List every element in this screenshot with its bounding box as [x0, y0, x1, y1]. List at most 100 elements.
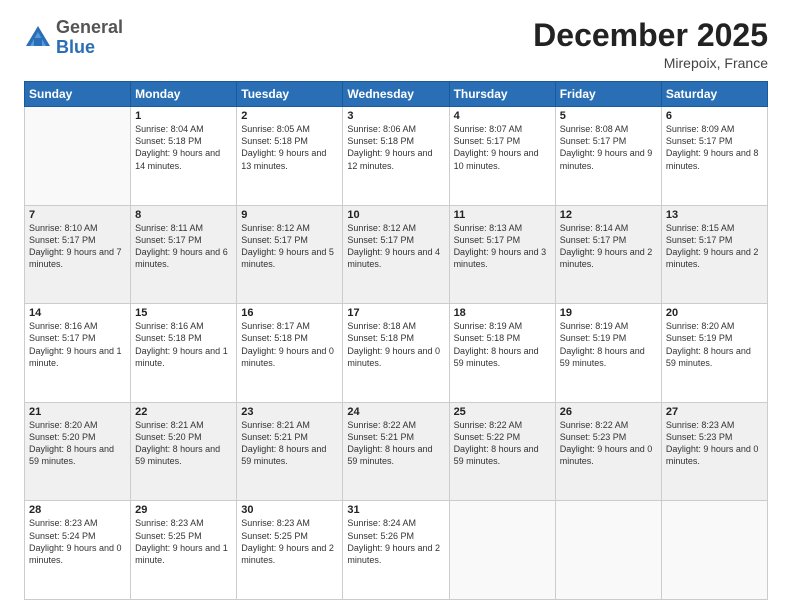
- calendar-cell-w1-d1: 8Sunrise: 8:11 AM Sunset: 5:17 PM Daylig…: [131, 205, 237, 304]
- day-info: Sunrise: 8:23 AM Sunset: 5:24 PM Dayligh…: [29, 517, 126, 566]
- day-number: 18: [454, 307, 551, 319]
- calendar-week-row-0: 1Sunrise: 8:04 AM Sunset: 5:18 PM Daylig…: [25, 107, 768, 206]
- calendar-cell-w4-d6: [661, 501, 767, 600]
- day-number: 23: [241, 406, 338, 418]
- calendar-cell-w0-d5: 5Sunrise: 8:08 AM Sunset: 5:17 PM Daylig…: [555, 107, 661, 206]
- calendar-cell-w1-d4: 11Sunrise: 8:13 AM Sunset: 5:17 PM Dayli…: [449, 205, 555, 304]
- day-number: 26: [560, 406, 657, 418]
- col-sunday: Sunday: [25, 82, 131, 107]
- day-number: 25: [454, 406, 551, 418]
- day-info: Sunrise: 8:11 AM Sunset: 5:17 PM Dayligh…: [135, 222, 232, 271]
- calendar-cell-w2-d0: 14Sunrise: 8:16 AM Sunset: 5:17 PM Dayli…: [25, 304, 131, 403]
- day-number: 30: [241, 504, 338, 516]
- calendar-cell-w1-d2: 9Sunrise: 8:12 AM Sunset: 5:17 PM Daylig…: [237, 205, 343, 304]
- day-number: 21: [29, 406, 126, 418]
- col-wednesday: Wednesday: [343, 82, 449, 107]
- header: General Blue December 2025 Mirepoix, Fra…: [24, 18, 768, 71]
- col-thursday: Thursday: [449, 82, 555, 107]
- calendar-cell-w2-d5: 19Sunrise: 8:19 AM Sunset: 5:19 PM Dayli…: [555, 304, 661, 403]
- day-info: Sunrise: 8:23 AM Sunset: 5:25 PM Dayligh…: [241, 517, 338, 566]
- day-info: Sunrise: 8:15 AM Sunset: 5:17 PM Dayligh…: [666, 222, 763, 271]
- calendar-cell-w3-d1: 22Sunrise: 8:21 AM Sunset: 5:20 PM Dayli…: [131, 402, 237, 501]
- day-info: Sunrise: 8:06 AM Sunset: 5:18 PM Dayligh…: [347, 123, 444, 172]
- day-info: Sunrise: 8:09 AM Sunset: 5:17 PM Dayligh…: [666, 123, 763, 172]
- calendar-week-row-2: 14Sunrise: 8:16 AM Sunset: 5:17 PM Dayli…: [25, 304, 768, 403]
- logo-blue: Blue: [56, 37, 95, 57]
- day-number: 11: [454, 209, 551, 221]
- day-number: 9: [241, 209, 338, 221]
- day-info: Sunrise: 8:23 AM Sunset: 5:25 PM Dayligh…: [135, 517, 232, 566]
- location: Mirepoix, France: [533, 55, 768, 71]
- logo: General Blue: [24, 18, 123, 58]
- logo-text: General Blue: [56, 18, 123, 58]
- day-number: 14: [29, 307, 126, 319]
- day-info: Sunrise: 8:21 AM Sunset: 5:20 PM Dayligh…: [135, 419, 232, 468]
- day-number: 12: [560, 209, 657, 221]
- calendar-cell-w3-d0: 21Sunrise: 8:20 AM Sunset: 5:20 PM Dayli…: [25, 402, 131, 501]
- calendar-cell-w0-d4: 4Sunrise: 8:07 AM Sunset: 5:17 PM Daylig…: [449, 107, 555, 206]
- day-info: Sunrise: 8:04 AM Sunset: 5:18 PM Dayligh…: [135, 123, 232, 172]
- col-saturday: Saturday: [661, 82, 767, 107]
- calendar-cell-w1-d6: 13Sunrise: 8:15 AM Sunset: 5:17 PM Dayli…: [661, 205, 767, 304]
- day-info: Sunrise: 8:22 AM Sunset: 5:21 PM Dayligh…: [347, 419, 444, 468]
- day-info: Sunrise: 8:10 AM Sunset: 5:17 PM Dayligh…: [29, 222, 126, 271]
- calendar-cell-w2-d4: 18Sunrise: 8:19 AM Sunset: 5:18 PM Dayli…: [449, 304, 555, 403]
- day-number: 8: [135, 209, 232, 221]
- calendar-cell-w2-d3: 17Sunrise: 8:18 AM Sunset: 5:18 PM Dayli…: [343, 304, 449, 403]
- day-number: 13: [666, 209, 763, 221]
- day-info: Sunrise: 8:05 AM Sunset: 5:18 PM Dayligh…: [241, 123, 338, 172]
- calendar-cell-w3-d6: 27Sunrise: 8:23 AM Sunset: 5:23 PM Dayli…: [661, 402, 767, 501]
- calendar-week-row-3: 21Sunrise: 8:20 AM Sunset: 5:20 PM Dayli…: [25, 402, 768, 501]
- calendar-cell-w1-d5: 12Sunrise: 8:14 AM Sunset: 5:17 PM Dayli…: [555, 205, 661, 304]
- day-number: 31: [347, 504, 444, 516]
- calendar-body: 1Sunrise: 8:04 AM Sunset: 5:18 PM Daylig…: [25, 107, 768, 600]
- logo-general: General: [56, 17, 123, 37]
- day-number: 17: [347, 307, 444, 319]
- day-number: 5: [560, 110, 657, 122]
- day-info: Sunrise: 8:16 AM Sunset: 5:17 PM Dayligh…: [29, 320, 126, 369]
- day-number: 2: [241, 110, 338, 122]
- logo-icon: [24, 24, 52, 52]
- calendar-cell-w1-d3: 10Sunrise: 8:12 AM Sunset: 5:17 PM Dayli…: [343, 205, 449, 304]
- day-number: 1: [135, 110, 232, 122]
- day-number: 24: [347, 406, 444, 418]
- day-info: Sunrise: 8:07 AM Sunset: 5:17 PM Dayligh…: [454, 123, 551, 172]
- day-info: Sunrise: 8:18 AM Sunset: 5:18 PM Dayligh…: [347, 320, 444, 369]
- day-number: 10: [347, 209, 444, 221]
- day-number: 6: [666, 110, 763, 122]
- calendar-cell-w1-d0: 7Sunrise: 8:10 AM Sunset: 5:17 PM Daylig…: [25, 205, 131, 304]
- title-block: December 2025 Mirepoix, France: [533, 18, 768, 71]
- calendar-week-row-4: 28Sunrise: 8:23 AM Sunset: 5:24 PM Dayli…: [25, 501, 768, 600]
- day-info: Sunrise: 8:22 AM Sunset: 5:22 PM Dayligh…: [454, 419, 551, 468]
- calendar-cell-w0-d2: 2Sunrise: 8:05 AM Sunset: 5:18 PM Daylig…: [237, 107, 343, 206]
- day-info: Sunrise: 8:22 AM Sunset: 5:23 PM Dayligh…: [560, 419, 657, 468]
- calendar-cell-w4-d1: 29Sunrise: 8:23 AM Sunset: 5:25 PM Dayli…: [131, 501, 237, 600]
- day-number: 4: [454, 110, 551, 122]
- calendar-week-row-1: 7Sunrise: 8:10 AM Sunset: 5:17 PM Daylig…: [25, 205, 768, 304]
- calendar-cell-w2-d1: 15Sunrise: 8:16 AM Sunset: 5:18 PM Dayli…: [131, 304, 237, 403]
- day-number: 15: [135, 307, 232, 319]
- calendar-header-row: Sunday Monday Tuesday Wednesday Thursday…: [25, 82, 768, 107]
- day-number: 22: [135, 406, 232, 418]
- calendar-cell-w4-d3: 31Sunrise: 8:24 AM Sunset: 5:26 PM Dayli…: [343, 501, 449, 600]
- day-info: Sunrise: 8:14 AM Sunset: 5:17 PM Dayligh…: [560, 222, 657, 271]
- calendar: Sunday Monday Tuesday Wednesday Thursday…: [24, 81, 768, 600]
- day-info: Sunrise: 8:20 AM Sunset: 5:19 PM Dayligh…: [666, 320, 763, 369]
- month-title: December 2025: [533, 18, 768, 53]
- day-info: Sunrise: 8:13 AM Sunset: 5:17 PM Dayligh…: [454, 222, 551, 271]
- page: General Blue December 2025 Mirepoix, Fra…: [0, 0, 792, 612]
- day-info: Sunrise: 8:21 AM Sunset: 5:21 PM Dayligh…: [241, 419, 338, 468]
- calendar-cell-w4-d5: [555, 501, 661, 600]
- calendar-cell-w0-d1: 1Sunrise: 8:04 AM Sunset: 5:18 PM Daylig…: [131, 107, 237, 206]
- day-info: Sunrise: 8:19 AM Sunset: 5:18 PM Dayligh…: [454, 320, 551, 369]
- calendar-cell-w0-d3: 3Sunrise: 8:06 AM Sunset: 5:18 PM Daylig…: [343, 107, 449, 206]
- day-number: 19: [560, 307, 657, 319]
- day-number: 3: [347, 110, 444, 122]
- day-info: Sunrise: 8:20 AM Sunset: 5:20 PM Dayligh…: [29, 419, 126, 468]
- day-info: Sunrise: 8:08 AM Sunset: 5:17 PM Dayligh…: [560, 123, 657, 172]
- day-info: Sunrise: 8:19 AM Sunset: 5:19 PM Dayligh…: [560, 320, 657, 369]
- calendar-cell-w2-d2: 16Sunrise: 8:17 AM Sunset: 5:18 PM Dayli…: [237, 304, 343, 403]
- day-number: 16: [241, 307, 338, 319]
- day-number: 27: [666, 406, 763, 418]
- col-monday: Monday: [131, 82, 237, 107]
